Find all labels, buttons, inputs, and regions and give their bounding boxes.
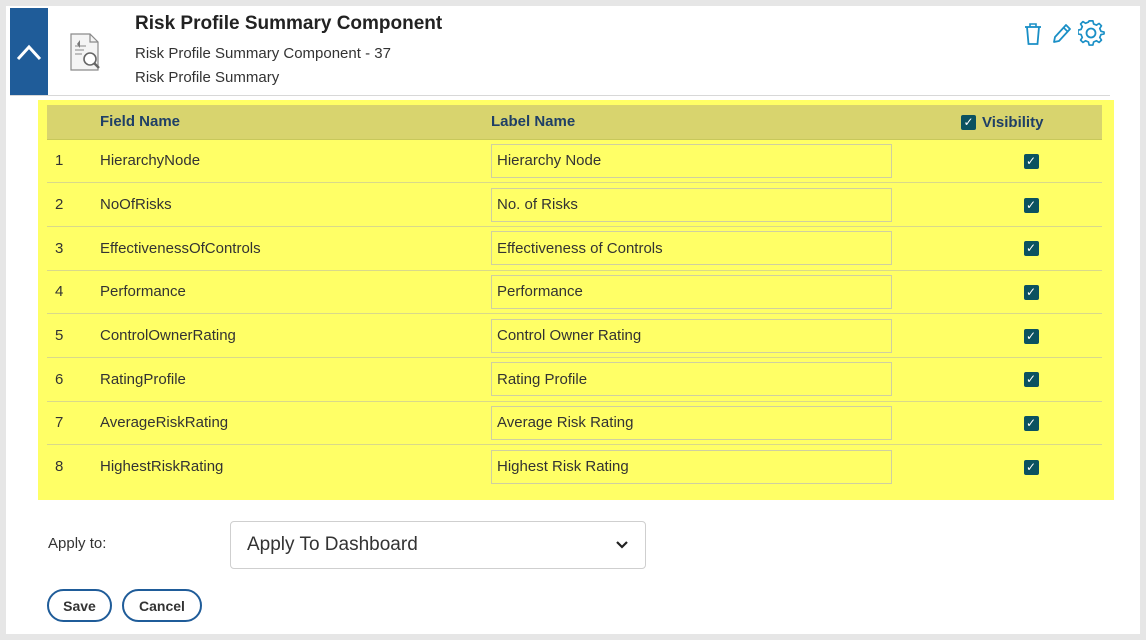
label-name-input[interactable] bbox=[491, 231, 892, 266]
visibility-checkbox[interactable]: ✓ bbox=[1023, 328, 1039, 344]
visibility-checkbox[interactable]: ✓ bbox=[1023, 416, 1039, 431]
header-visibility: ✓ Visibility bbox=[960, 105, 1102, 140]
apply-to-select[interactable]: Apply To Dashboard bbox=[230, 521, 646, 569]
visibility-checkbox[interactable]: ✓ bbox=[1023, 153, 1039, 169]
row-index: 7 bbox=[47, 401, 99, 446]
visibility-checkbox[interactable]: ✓ bbox=[1023, 372, 1039, 388]
row-index: 1 bbox=[47, 139, 99, 184]
table-row: 7 AverageRiskRating ✓ bbox=[47, 401, 1102, 446]
pencil-icon bbox=[1053, 24, 1071, 43]
document-search-icon bbox=[70, 33, 100, 71]
chevron-up-icon bbox=[16, 44, 42, 60]
component-subtitle: Risk Profile Summary Component - 37 bbox=[135, 45, 391, 62]
gear-icon bbox=[1077, 20, 1105, 46]
visibility-checkbox[interactable]: ✓ bbox=[1023, 197, 1039, 213]
row-field-name: ControlOwnerRating bbox=[99, 313, 490, 358]
component-type: Risk Profile Summary bbox=[135, 69, 280, 86]
row-index: 8 bbox=[55, 458, 64, 476]
visibility-checkbox[interactable]: ✓ bbox=[1023, 459, 1039, 475]
row-index: 5 bbox=[47, 313, 99, 358]
table-row: 1 HierarchyNode ✓ bbox=[47, 139, 1102, 184]
row-field-name: HierarchyNode bbox=[99, 139, 490, 184]
delete-button[interactable] bbox=[1022, 22, 1044, 51]
fields-table: Field Name Label Name ✓ Visibility 1 Hie… bbox=[47, 105, 1102, 489]
cancel-button[interactable]: Cancel bbox=[122, 589, 202, 622]
settings-button[interactable] bbox=[1077, 20, 1106, 53]
row-index: 3 bbox=[47, 226, 99, 271]
header-actions bbox=[1022, 20, 1106, 53]
header-divider bbox=[10, 95, 1110, 96]
header-index bbox=[47, 105, 99, 140]
row-field-name: NoOfRisks bbox=[99, 182, 490, 227]
table-row: 5 ControlOwnerRating ✓ bbox=[47, 313, 1102, 358]
table-row: 6 RatingProfile ✓ bbox=[47, 357, 1102, 402]
label-name-input[interactable] bbox=[491, 187, 892, 222]
row-field-name: AverageRiskRating bbox=[99, 401, 490, 446]
save-button[interactable]: Save bbox=[47, 589, 112, 622]
header-label-name: Label Name bbox=[490, 105, 960, 140]
apply-to-label: Apply to: bbox=[48, 535, 107, 552]
edit-button[interactable] bbox=[1050, 22, 1072, 51]
row-index: 6 bbox=[47, 357, 99, 402]
component-title: Risk Profile Summary Component bbox=[135, 13, 443, 34]
row-field-name: HighestRiskRating bbox=[100, 458, 224, 476]
row-field-name: EffectivenessOfControls bbox=[99, 226, 490, 271]
row-field-name: Performance bbox=[99, 270, 490, 315]
table-row: 8 HighestRiskRating ✓ bbox=[47, 445, 1102, 489]
collapse-toggle-button[interactable] bbox=[10, 8, 48, 95]
label-name-input[interactable] bbox=[491, 274, 892, 309]
select-all-visibility-checkbox[interactable]: ✓ bbox=[961, 114, 976, 130]
label-name-input[interactable] bbox=[491, 405, 892, 440]
visibility-checkbox[interactable]: ✓ bbox=[1023, 241, 1039, 257]
label-name-input[interactable] bbox=[491, 318, 892, 353]
header-visibility-label: Visibility bbox=[982, 113, 1044, 131]
label-name-input[interactable] bbox=[491, 143, 892, 178]
row-field-name: RatingProfile bbox=[99, 357, 490, 402]
header-field-name: Field Name bbox=[99, 105, 490, 140]
table-row: 4 Performance ✓ bbox=[47, 270, 1102, 315]
chevron-down-icon bbox=[616, 541, 628, 549]
label-name-input[interactable] bbox=[491, 449, 892, 484]
row-index: 2 bbox=[47, 182, 99, 227]
row-index: 4 bbox=[47, 270, 99, 315]
apply-to-selected-value: Apply To Dashboard bbox=[247, 534, 418, 555]
visibility-checkbox[interactable]: ✓ bbox=[1023, 284, 1039, 300]
trash-icon bbox=[1025, 23, 1041, 45]
component-panel: Risk Profile Summary Component Risk Prof… bbox=[6, 6, 1140, 634]
table-row: 3 EffectivenessOfControls ✓ bbox=[47, 226, 1102, 271]
table-row: 2 NoOfRisks ✓ bbox=[47, 182, 1102, 227]
table-header-row: Field Name Label Name ✓ Visibility bbox=[47, 105, 1102, 140]
label-name-input[interactable] bbox=[491, 362, 892, 397]
